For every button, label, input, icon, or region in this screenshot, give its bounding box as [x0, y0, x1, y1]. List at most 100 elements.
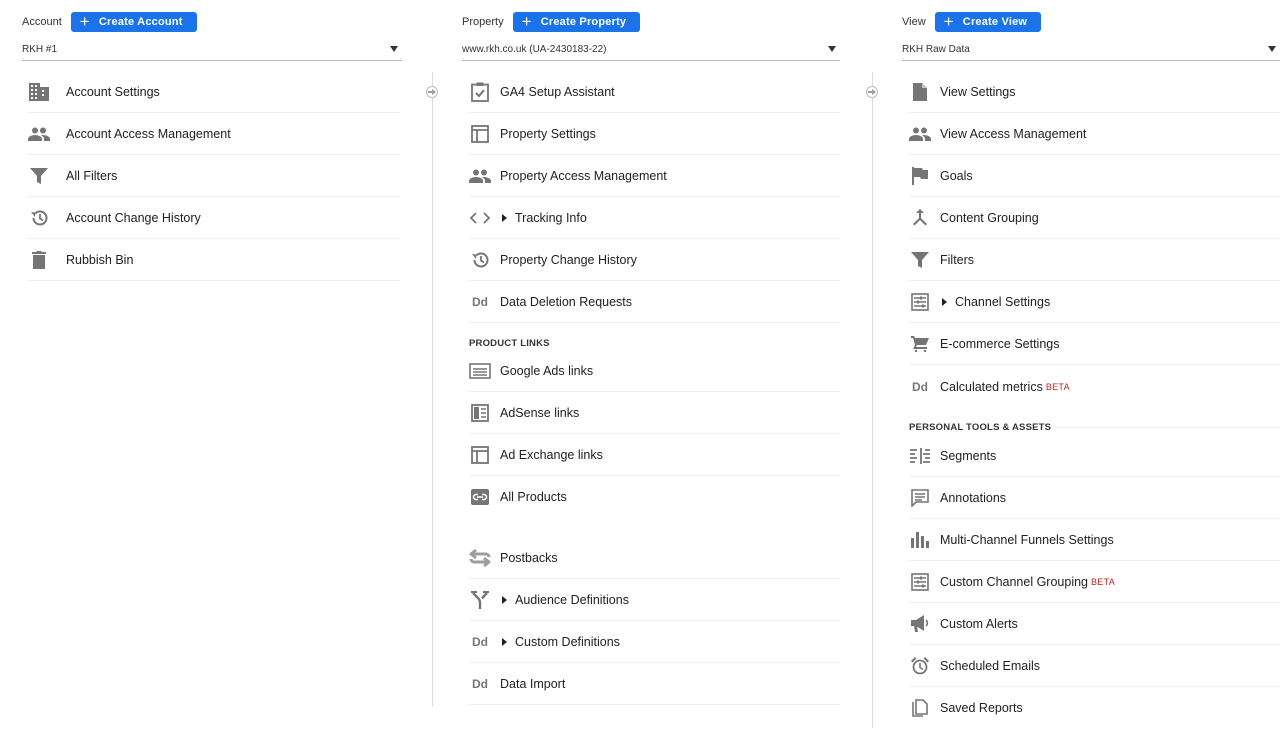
expand-arrow-icon[interactable] — [502, 213, 507, 222]
annotations-item[interactable]: Annotations — [909, 477, 1280, 519]
scheduled-emails-item[interactable]: Scheduled Emails — [909, 645, 1280, 687]
property-change-history-item[interactable]: Property Change History — [469, 239, 840, 281]
view-header: View + Create View — [902, 12, 1042, 32]
item-label: Rubbish Bin — [66, 252, 134, 267]
custom-channel-grouping-item[interactable]: Custom Channel Grouping BETA — [909, 561, 1280, 603]
adsense-icon — [469, 402, 491, 424]
navigate-arrow-icon[interactable] — [866, 86, 878, 98]
beta-badge: BETA — [1045, 382, 1070, 392]
item-label: Custom Channel Grouping BETA — [940, 575, 1115, 589]
ga4-setup-assistant-item[interactable]: GA4 Setup Assistant — [469, 71, 840, 113]
item-label: Custom Alerts — [940, 616, 1018, 631]
account-settings-item[interactable]: Account Settings — [28, 71, 400, 113]
item-text: Calculated metrics — [940, 380, 1043, 394]
code-icon — [469, 207, 491, 229]
audience-definitions-item[interactable]: Audience Definitions — [469, 579, 840, 621]
postbacks-item[interactable]: Postbacks — [469, 537, 840, 579]
item-label: GA4 Setup Assistant — [500, 84, 615, 99]
tracking-info-item[interactable]: Tracking Info — [469, 197, 840, 239]
megaphone-icon — [909, 613, 931, 635]
account-selector[interactable]: RKH #1 — [22, 40, 402, 61]
property-selector[interactable]: www.rkh.co.uk (UA-2430183-22) — [462, 40, 840, 61]
expand-arrow-icon[interactable] — [942, 297, 947, 306]
view-access-management-item[interactable]: View Access Management — [909, 113, 1280, 155]
bar-chart-icon — [909, 529, 931, 551]
custom-definitions-item[interactable]: Dd Custom Definitions — [469, 621, 840, 663]
merge-icon — [909, 207, 931, 229]
dd-icon: Dd — [472, 294, 488, 309]
ad-exchange-links-item[interactable]: Ad Exchange links — [469, 434, 840, 476]
rubbish-bin-item[interactable]: Rubbish Bin — [28, 239, 400, 281]
google-ads-links-item[interactable]: Google Ads links — [469, 350, 840, 392]
all-products-item[interactable]: All Products — [469, 476, 840, 518]
swap-icon — [469, 547, 491, 569]
account-access-management-item[interactable]: Account Access Management — [28, 113, 400, 155]
property-access-management-item[interactable]: Property Access Management — [469, 155, 840, 197]
view-selector[interactable]: RKH Raw Data — [902, 40, 1280, 61]
account-change-history-item[interactable]: Account Change History — [28, 197, 400, 239]
section-heading-text: PERSONAL TOOLS & ASSETS — [909, 422, 1052, 433]
content-grouping-item[interactable]: Content Grouping — [909, 197, 1280, 239]
item-label: Segments — [940, 448, 997, 463]
item-label: Annotations — [940, 490, 1007, 505]
filters-item[interactable]: Filters — [909, 239, 1280, 281]
layout-icon — [469, 123, 491, 145]
item-text: Tracking Info — [515, 210, 587, 225]
alarm-icon — [909, 655, 931, 677]
channel-icon — [909, 571, 931, 593]
adsense-links-item[interactable]: AdSense links — [469, 392, 840, 434]
create-view-button[interactable]: + Create View — [934, 12, 1042, 32]
item-label: All Filters — [66, 168, 118, 183]
data-import-item[interactable]: Dd Data Import — [469, 663, 840, 705]
item-label: Scheduled Emails — [940, 658, 1041, 673]
item-label: Data Deletion Requests — [500, 294, 633, 309]
ecommerce-settings-item[interactable]: E-commerce Settings — [909, 323, 1280, 365]
dropdown-caret-icon — [1268, 46, 1276, 52]
create-account-label: Create Account — [98, 16, 183, 28]
account-header: Account + Create Account — [22, 12, 197, 32]
checklist-icon — [469, 81, 491, 103]
calculated-metrics-item[interactable]: Dd Calculated metrics BETA — [909, 366, 1280, 408]
item-label: Filters — [940, 252, 975, 267]
item-label: Content Grouping — [940, 210, 1039, 225]
column-divider — [872, 72, 873, 728]
navigate-arrow-icon[interactable] — [426, 86, 438, 98]
item-label: Multi-Channel Funnels Settings — [940, 532, 1114, 547]
channel-settings-item[interactable]: Channel Settings — [909, 281, 1280, 323]
column-divider — [432, 72, 433, 707]
create-account-button[interactable]: + Create Account — [70, 12, 197, 32]
data-deletion-requests-item[interactable]: Dd Data Deletion Requests — [469, 281, 840, 323]
segments-icon — [909, 445, 931, 467]
beta-badge: BETA — [1091, 576, 1116, 587]
create-property-label: Create Property — [540, 16, 627, 28]
expand-arrow-icon[interactable] — [502, 595, 507, 604]
all-filters-item[interactable]: All Filters — [28, 155, 400, 197]
dropdown-caret-icon — [828, 46, 836, 52]
trash-icon — [28, 249, 50, 271]
section-rule — [1057, 427, 1280, 428]
saved-reports-item[interactable]: Saved Reports — [909, 687, 1280, 729]
property-settings-item[interactable]: Property Settings — [469, 113, 840, 155]
property-label: Property — [462, 16, 504, 28]
view-settings-item[interactable]: View Settings — [909, 71, 1280, 113]
people-icon — [28, 123, 50, 145]
dd-icon: Dd — [912, 380, 928, 394]
expand-arrow-icon[interactable] — [502, 637, 507, 646]
custom-alerts-item[interactable]: Custom Alerts — [909, 603, 1280, 645]
item-label: Data Import — [500, 676, 566, 691]
segments-item[interactable]: Segments — [909, 435, 1280, 477]
dropdown-caret-icon — [390, 46, 398, 52]
create-property-button[interactable]: + Create Property — [512, 12, 641, 32]
flag-icon — [909, 165, 931, 187]
people-icon — [469, 165, 491, 187]
item-label: Audience Definitions — [502, 593, 629, 607]
item-text: Audience Definitions — [515, 592, 629, 607]
goals-item[interactable]: Goals — [909, 155, 1280, 197]
item-label: Account Change History — [66, 210, 201, 225]
multi-channel-funnels-settings-item[interactable]: Multi-Channel Funnels Settings — [909, 519, 1280, 561]
item-label: All Products — [500, 490, 567, 504]
item-text: Channel Settings — [955, 294, 1051, 309]
item-text: Custom Definitions — [515, 634, 620, 649]
ads-icon — [469, 360, 491, 382]
personal-tools-heading: PERSONAL TOOLS & ASSETS — [909, 422, 1280, 433]
